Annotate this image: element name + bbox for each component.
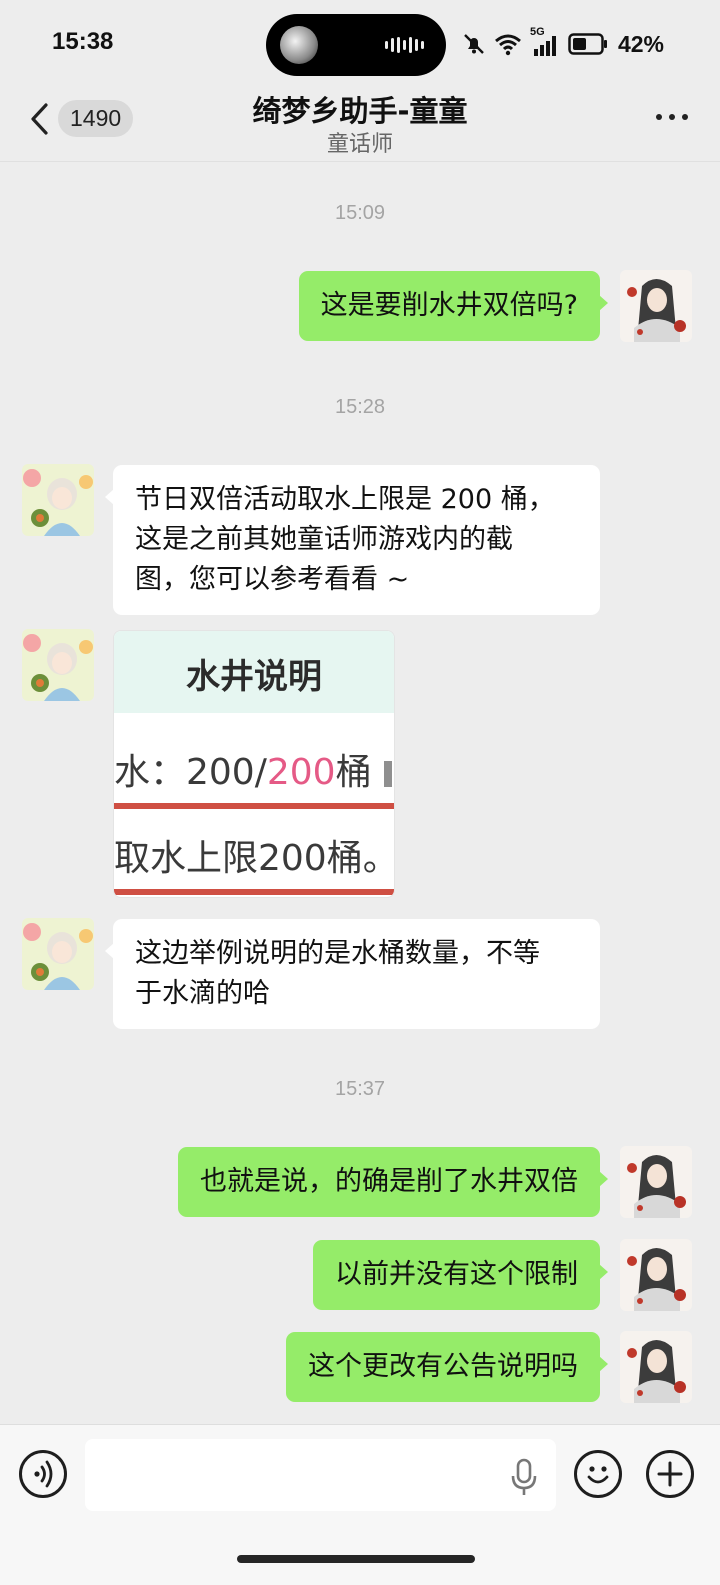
battery-icon: [568, 33, 607, 55]
mute-bell-icon: [464, 34, 484, 54]
outgoing-message[interactable]: 这个更改有公告说明吗: [286, 1332, 608, 1402]
message-line: 这是之前其她童话师游戏内的截: [135, 524, 513, 555]
music-album-icon: [280, 26, 318, 64]
message-line: 这边举例说明的是水桶数量，不等: [135, 938, 540, 969]
timestamp: 15:37: [334, 1078, 386, 1100]
image-divider: [114, 889, 394, 895]
status-bar: 15:38 5G 42%: [0, 0, 720, 90]
outgoing-message[interactable]: 也就是说，的确是削了水井双倍: [178, 1147, 608, 1217]
home-indicator[interactable]: [237, 1555, 475, 1563]
message-text: 这是要削水井双倍吗?: [320, 290, 578, 321]
more-functions-button[interactable]: [646, 1450, 694, 1498]
message-line: 于水滴的哈: [135, 978, 270, 1009]
plus-icon: [657, 1461, 683, 1487]
message-input[interactable]: [85, 1439, 556, 1511]
chat-title: 绮梦乡助手-童童: [252, 94, 468, 128]
voice-mode-button[interactable]: [19, 1450, 67, 1498]
my-avatar[interactable]: [620, 1331, 692, 1403]
image-message[interactable]: 水井说明 水：200/200桶 取水上限200桶。: [113, 630, 395, 898]
more-options-icon[interactable]: [656, 114, 688, 120]
contact-avatar[interactable]: [22, 464, 94, 536]
dynamic-island[interactable]: [266, 14, 446, 76]
emoji-button[interactable]: [574, 1450, 622, 1498]
incoming-message[interactable]: 节日双倍活动取水上限是 200 桶， 这是之前其她童话师游戏内的截 图，您可以参…: [105, 465, 600, 615]
smiley-icon: [587, 1466, 609, 1484]
voice-icon: [34, 1460, 53, 1488]
network-type: 5G: [529, 26, 545, 38]
message-text: 也就是说，的确是削了水井双倍: [200, 1166, 578, 1197]
image-divider: [114, 803, 394, 809]
my-avatar[interactable]: [620, 1146, 692, 1218]
cellular-signal-icon: 5G: [530, 26, 560, 56]
message-text: 以前并没有这个限制: [335, 1259, 578, 1290]
image-title: 水井说明: [186, 657, 322, 697]
outgoing-message[interactable]: 以前并没有这个限制: [313, 1240, 608, 1310]
status-time: 15:38: [52, 28, 114, 55]
contact-avatar[interactable]: [22, 918, 94, 990]
status-icons: 5G 42%: [462, 26, 664, 58]
outgoing-message[interactable]: 这是要削水井双倍吗?: [298, 271, 609, 341]
my-avatar[interactable]: [620, 1239, 692, 1311]
image-scrollbar: [384, 761, 392, 787]
message-list[interactable]: 15:09 这是要削水井双倍吗? 15:28 节日双倍活动取水上限是 200 桶…: [0, 162, 720, 1424]
my-avatar[interactable]: [620, 270, 692, 342]
audio-wave-icon: [385, 37, 424, 53]
image-text-line: 取水上限200桶。: [114, 838, 395, 879]
incoming-message[interactable]: 这边举例说明的是水桶数量，不等 于水滴的哈: [105, 919, 600, 1029]
input-bar: [0, 1424, 720, 1585]
microphone-icon[interactable]: [510, 1457, 538, 1497]
battery-percent: 42%: [617, 30, 664, 57]
image-text-line: 水：200/200桶: [114, 752, 372, 793]
wifi-icon: [494, 34, 521, 56]
message-text: 这个更改有公告说明吗: [308, 1351, 578, 1382]
timestamp: 15:09: [334, 202, 386, 224]
timestamp: 15:28: [334, 396, 386, 418]
message-line: 节日双倍活动取水上限是 200 桶，: [135, 484, 555, 515]
chat-header: 1490 绮梦乡助手-童童 童话师: [0, 86, 720, 162]
contact-avatar[interactable]: [22, 629, 94, 701]
chat-subtitle: 童话师: [326, 132, 393, 157]
message-line: 图，您可以参考看看 ~: [135, 564, 410, 595]
